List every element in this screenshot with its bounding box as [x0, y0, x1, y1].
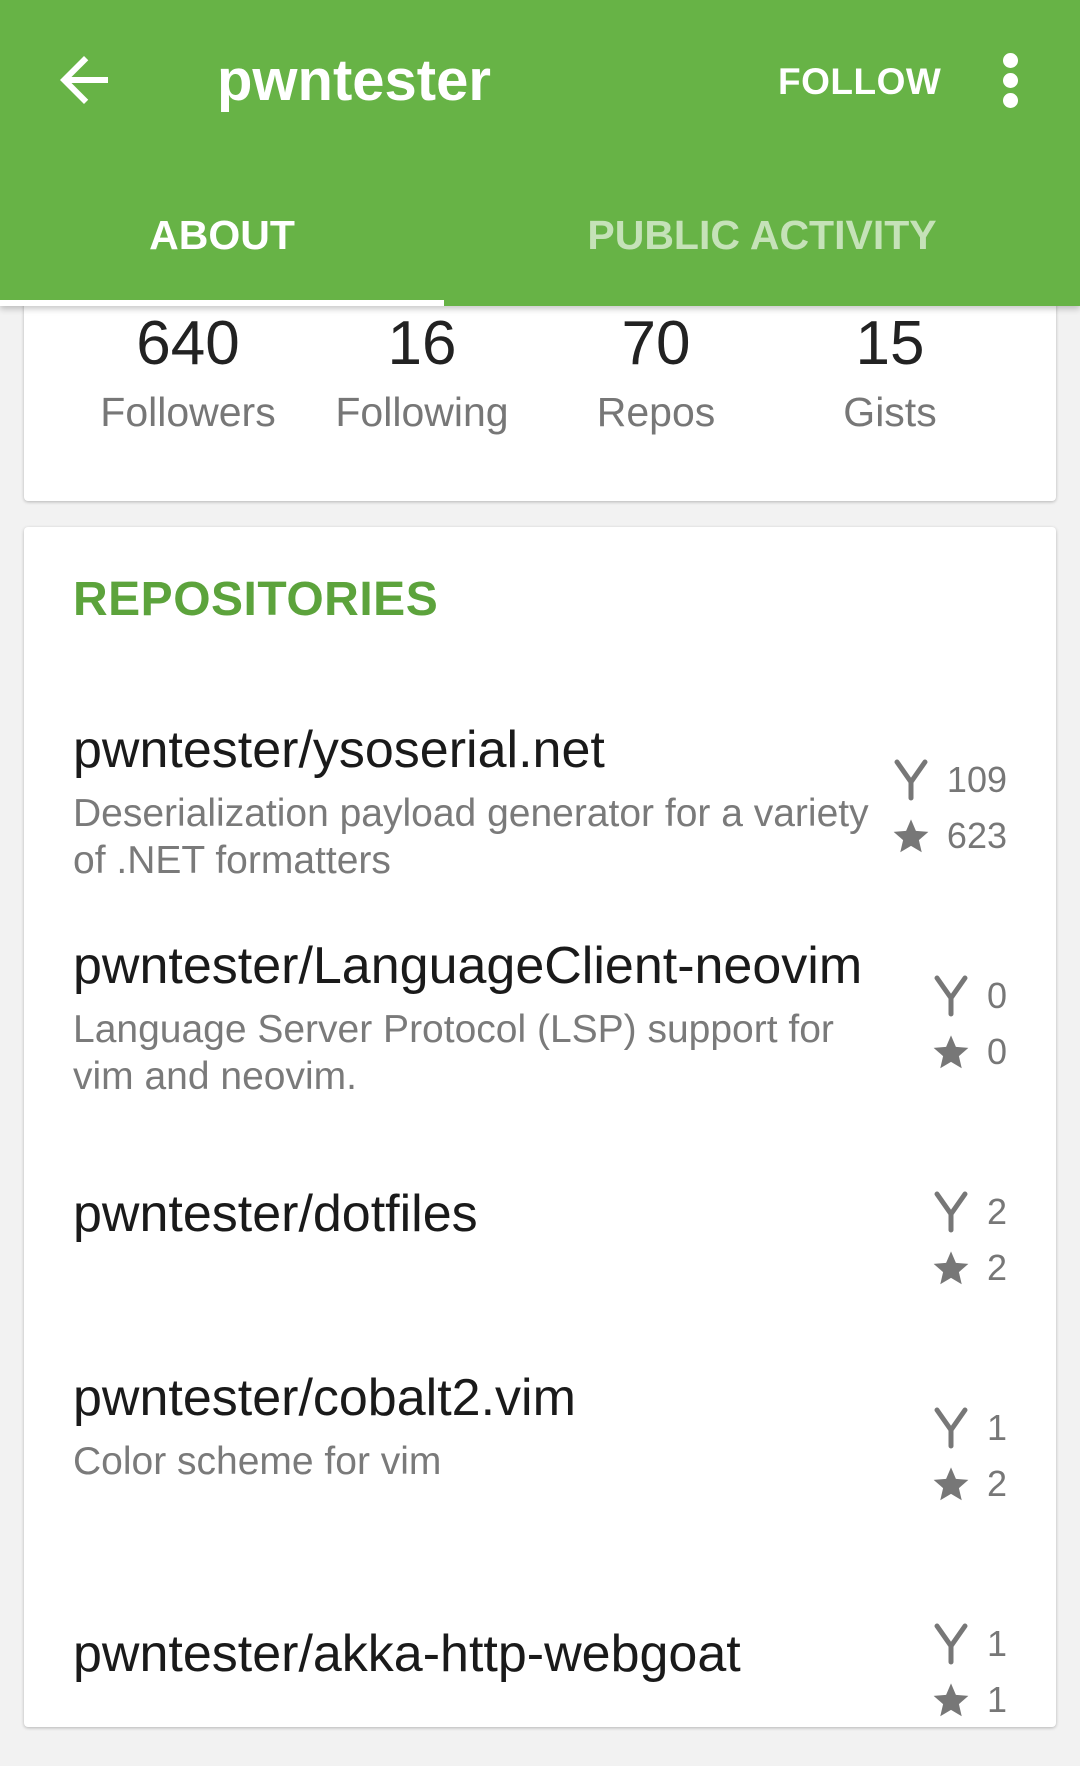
star-icon	[933, 1467, 969, 1501]
repo-name: pwntester/ysoserial.net	[73, 721, 605, 779]
stat-value: 640	[136, 309, 240, 378]
stat-following[interactable]: 16 Following	[305, 306, 539, 440]
repo-name: pwntester/dotfiles	[73, 1185, 478, 1243]
tab-about[interactable]: ABOUT	[0, 200, 444, 270]
repo-item[interactable]: pwntester/ysoserial.net Deserialization …	[24, 692, 1056, 902]
tab-public-activity[interactable]: PUBLIC ACTIVITY	[444, 200, 1080, 270]
repo-item[interactable]: pwntester/akka-http-webgoat 1 1	[24, 1556, 1056, 1766]
fork-count: 2	[867, 1184, 1007, 1240]
repo-description: Deserialization payload generator for a …	[73, 792, 869, 882]
repo-stats: 1 2	[867, 1400, 1007, 1512]
fork-count: 109	[867, 752, 1007, 808]
fork-icon	[894, 759, 928, 801]
stat-value: 16	[387, 309, 457, 378]
fork-icon	[934, 1407, 968, 1449]
page-title: pwntester	[217, 48, 491, 113]
stat-label: Following	[335, 389, 509, 435]
fork-count: 1	[867, 1616, 1007, 1672]
follow-button[interactable]: FOLLOW	[778, 52, 941, 112]
stat-value: 70	[621, 309, 691, 378]
repo-description: Color scheme for vim	[73, 1440, 442, 1483]
section-title: REPOSITORIES	[73, 573, 439, 626]
fork-count: 0	[867, 968, 1007, 1024]
repo-name: pwntester/cobalt2.vim	[73, 1369, 576, 1427]
repo-stats: 109 623	[867, 752, 1007, 864]
back-button[interactable]	[48, 44, 120, 116]
fork-icon	[934, 1623, 968, 1665]
star-count: 2	[867, 1240, 1007, 1296]
repo-item[interactable]: pwntester/cobalt2.vim Color scheme for v…	[24, 1340, 1056, 1550]
fork-icon	[934, 975, 968, 1017]
repo-item[interactable]: pwntester/LanguageClient-neovim Language…	[24, 908, 1056, 1118]
star-count: 0	[867, 1024, 1007, 1080]
repo-name: pwntester/LanguageClient-neovim	[73, 937, 863, 995]
star-icon	[933, 1035, 969, 1069]
star-icon	[933, 1683, 969, 1717]
arrow-back-icon	[60, 56, 108, 104]
stat-repos[interactable]: 70 Repos	[539, 306, 773, 440]
star-count: 623	[867, 808, 1007, 864]
repo-item[interactable]: pwntester/dotfiles 2 2	[24, 1124, 1056, 1334]
repo-stats: 0 0	[867, 968, 1007, 1080]
fork-count: 1	[867, 1400, 1007, 1456]
stat-gists[interactable]: 15 Gists	[773, 306, 1007, 440]
stat-label: Gists	[843, 389, 937, 435]
repo-stats: 1 1	[867, 1616, 1007, 1728]
app-bar: pwntester FOLLOW ABOUT PUBLIC ACTIVITY	[0, 0, 1080, 306]
repositories-card: REPOSITORIES pwntester/ysoserial.net Des…	[24, 527, 1056, 1727]
stat-followers[interactable]: 640 Followers	[71, 306, 305, 440]
star-count: 2	[867, 1456, 1007, 1512]
more-vert-icon	[1003, 53, 1018, 68]
star-count: 1	[867, 1672, 1007, 1728]
stat-label: Followers	[100, 389, 276, 435]
repo-description: Language Server Protocol (LSP) support f…	[73, 1008, 834, 1098]
more-options-button[interactable]	[995, 50, 1031, 110]
repo-stats: 2 2	[867, 1184, 1007, 1296]
star-icon	[893, 819, 929, 853]
star-icon	[933, 1251, 969, 1285]
fork-icon	[934, 1191, 968, 1233]
stat-label: Repos	[596, 389, 716, 435]
tab-indicator	[0, 300, 444, 306]
repo-name: pwntester/akka-http-webgoat	[73, 1625, 741, 1683]
stat-value: 15	[855, 309, 925, 378]
